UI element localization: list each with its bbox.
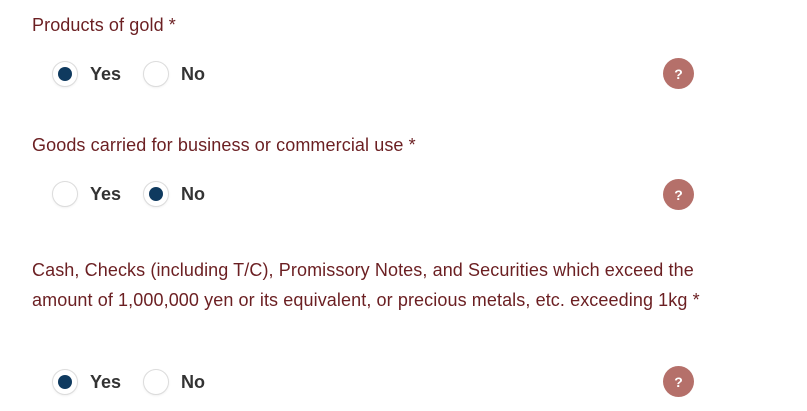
radio-option-no[interactable]: No [143,181,205,207]
radio-button-yes[interactable] [52,181,78,207]
radio-label-yes: Yes [90,371,122,392]
radio-button-no[interactable] [143,181,170,207]
radio-label-no: No [181,63,206,84]
radio-label-no: No [181,371,206,392]
radio-label-yes: Yes [90,63,122,84]
radio-button-no[interactable] [143,369,170,395]
question-products-of-gold: Products of gold * [32,10,752,40]
radio-button-yes[interactable] [52,61,78,87]
question-business-goods: Goods carried for business or commercial… [32,130,752,160]
radio-option-no[interactable]: No [143,369,205,395]
radio-option-yes[interactable]: Yes [52,369,121,395]
radio-button-no[interactable] [143,61,170,87]
radio-group-cash-securities: Yes No [52,366,227,398]
declaration-form: Products of gold * Yes No ? Goods carrie… [0,0,807,411]
question-label: Goods carried for business or commercial… [32,135,416,155]
radio-button-yes[interactable] [52,369,78,395]
question-cash-securities: Cash, Checks (including T/C), Promissory… [32,255,752,315]
question-label: Products of gold * [32,15,176,35]
radio-option-yes[interactable]: Yes [52,181,121,207]
help-icon[interactable]: ? [663,58,694,89]
help-icon[interactable]: ? [663,179,694,210]
help-icon[interactable]: ? [663,366,694,397]
radio-group-business-goods: Yes No [52,178,227,210]
radio-option-no[interactable]: No [143,61,205,87]
radio-label-yes: Yes [90,183,122,204]
radio-label-no: No [181,183,206,204]
radio-group-products-of-gold: Yes No [52,58,227,90]
question-label: Cash, Checks (including T/C), Promissory… [32,260,700,310]
radio-option-yes[interactable]: Yes [52,61,121,87]
